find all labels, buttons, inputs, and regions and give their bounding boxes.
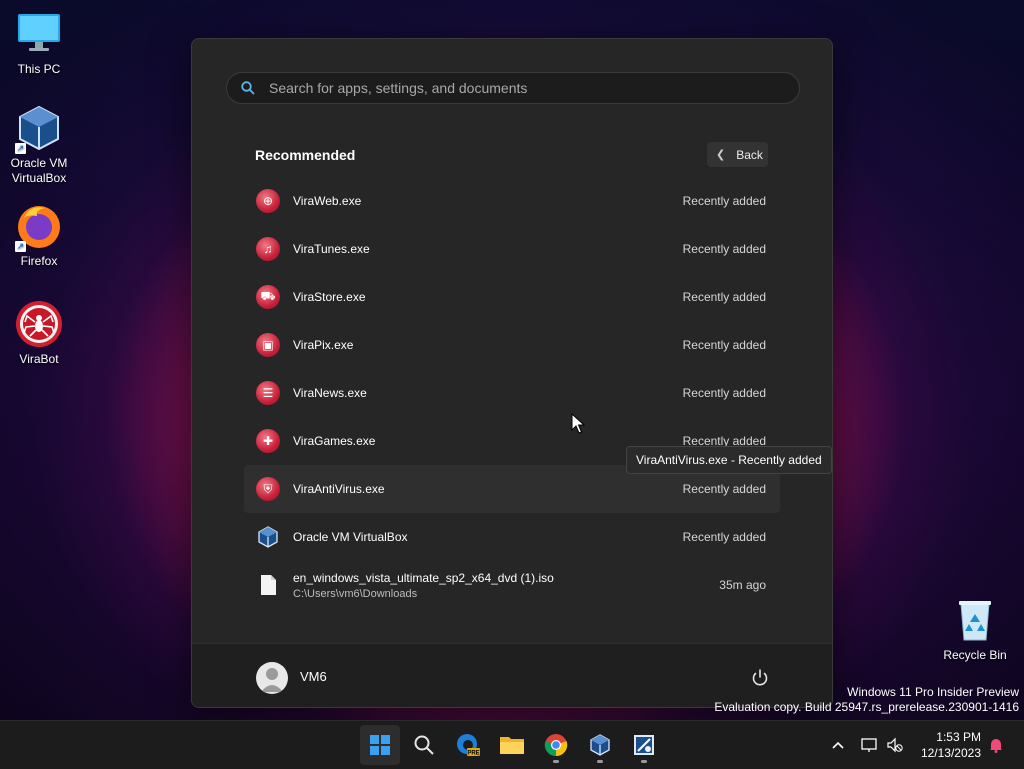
clock-time: 1:53 PM	[936, 730, 981, 744]
notification-bell-icon[interactable]	[986, 735, 1006, 755]
network-icon[interactable]	[860, 735, 880, 755]
gamepad-icon: ✚	[256, 429, 280, 453]
tooltip: ViraAntiVirus.exe - Recently added	[626, 446, 832, 474]
back-label: Back	[736, 147, 763, 162]
item-name: ViraGames.exe	[293, 434, 376, 448]
user-avatar[interactable]	[256, 662, 288, 694]
globe-icon: ⊕	[256, 189, 280, 213]
chrome-icon	[544, 734, 568, 757]
start-menu: Recommended ❮ Back ⊕ ViraWeb.exe Recentl…	[191, 38, 833, 708]
file-explorer-icon	[500, 737, 524, 754]
virtualbox-icon: ↗	[15, 104, 63, 154]
volume-muted-icon[interactable]	[885, 735, 905, 755]
item-time: Recently added	[682, 290, 766, 304]
clock-date: 12/13/2023	[920, 746, 981, 760]
desktop-icon-firefox[interactable]: ↗ Firefox	[0, 202, 78, 269]
vista-iso-icon	[634, 735, 654, 755]
item-name: ViraNews.exe	[293, 386, 367, 400]
recommended-item-virastore[interactable]: ⛟ ViraStore.exe Recently added	[244, 273, 780, 321]
item-name: ViraPix.exe	[293, 338, 354, 352]
virtualbox-icon	[256, 525, 280, 549]
shortcut-arrow-icon: ↗	[15, 143, 26, 154]
item-name: ViraAntiVirus.exe	[293, 482, 385, 496]
taskbar-file-explorer[interactable]	[492, 725, 532, 765]
item-time: Recently added	[682, 338, 766, 352]
recommended-item-vista-iso[interactable]: en_windows_vista_ultimate_sp2_x64_dvd (1…	[244, 561, 780, 609]
picture-icon: ▣	[256, 333, 280, 357]
taskbar-virtualbox[interactable]	[580, 725, 620, 765]
chevron-up-icon[interactable]	[828, 735, 848, 755]
item-time: 35m ago	[719, 578, 766, 592]
virtualbox-icon	[590, 734, 610, 756]
recommended-item-viraweb[interactable]: ⊕ ViraWeb.exe Recently added	[244, 177, 780, 225]
running-indicator	[641, 760, 647, 763]
item-name: ViraStore.exe	[293, 290, 366, 304]
taskbar: PRE 1:53 PM 12/13/2023	[0, 720, 1024, 769]
recommended-item-viranews[interactable]: ☰ ViraNews.exe Recently added	[244, 369, 780, 417]
recommended-item-virtualbox[interactable]: Oracle VM VirtualBox Recently added	[244, 513, 780, 561]
item-path: C:\Users\vm6\Downloads	[293, 587, 418, 600]
start-button[interactable]	[360, 725, 400, 765]
start-icon	[370, 735, 390, 755]
item-time: Recently added	[682, 194, 766, 208]
taskbar-search-button[interactable]	[404, 725, 444, 765]
running-indicator	[553, 760, 559, 763]
watermark-line2: Evaluation copy. Build 25947.rs_prerelea…	[714, 700, 1019, 714]
item-name: ViraTunes.exe	[293, 242, 370, 256]
os-watermark: Windows 11 Pro Insider Preview Evaluatio…	[714, 685, 1019, 715]
item-time: Recently added	[682, 530, 766, 544]
edge-beta-icon: PRE	[457, 734, 480, 757]
item-name: en_windows_vista_ultimate_sp2_x64_dvd (1…	[293, 570, 554, 585]
taskbar-chrome[interactable]	[536, 725, 576, 765]
cart-icon: ⛟	[256, 285, 280, 309]
item-time: Recently added	[682, 482, 766, 496]
user-name[interactable]: VM6	[300, 669, 327, 684]
search-box[interactable]	[226, 72, 800, 104]
clock[interactable]: 1:53 PM 12/13/2023	[916, 729, 981, 761]
desktop-icon-recycle-bin[interactable]: Recycle Bin	[936, 596, 1014, 663]
item-time: Recently added	[682, 386, 766, 400]
back-button[interactable]: ❮ Back	[707, 142, 768, 167]
music-note-icon: ♫	[256, 237, 280, 261]
firefox-icon: ↗	[15, 202, 63, 252]
file-icon	[256, 573, 280, 597]
item-time: Recently added	[682, 242, 766, 256]
newspaper-icon: ☰	[256, 381, 280, 405]
recycle-bin-icon	[951, 596, 999, 644]
taskbar-vista-iso[interactable]	[624, 725, 664, 765]
shortcut-arrow-icon: ↗	[15, 241, 26, 252]
running-indicator	[597, 760, 603, 763]
taskbar-edge-beta[interactable]: PRE	[448, 725, 488, 765]
mouse-cursor-icon	[571, 412, 586, 435]
shield-icon: ⛨	[256, 477, 280, 501]
search-icon	[414, 735, 434, 755]
item-name: Oracle VM VirtualBox	[293, 530, 408, 544]
desktop-icon-virabot[interactable]: ViraBot	[0, 300, 78, 367]
recommended-item-viratunes[interactable]: ♫ ViraTunes.exe Recently added	[244, 225, 780, 273]
search-icon	[241, 81, 255, 95]
spider-icon	[15, 300, 63, 348]
desktop-icon-label: ViraBot	[19, 352, 59, 366]
desktop-icon-virtualbox[interactable]: ↗ Oracle VM VirtualBox	[0, 104, 78, 186]
desktop-icon-label: Recycle Bin	[943, 648, 1007, 662]
desktop-icon-label: Oracle VM VirtualBox	[10, 156, 68, 185]
recommended-item-virapix[interactable]: ▣ ViraPix.exe Recently added	[244, 321, 780, 369]
search-input[interactable]	[267, 79, 771, 97]
recommended-heading: Recommended	[255, 147, 356, 163]
item-name: ViraWeb.exe	[293, 194, 362, 208]
chevron-left-icon: ❮	[716, 149, 726, 161]
watermark-line1: Windows 11 Pro Insider Preview	[847, 685, 1019, 699]
desktop-icon-this-pc[interactable]: This PC	[0, 10, 78, 77]
desktop-icon-label: This PC	[17, 62, 61, 76]
desktop-icon-label: Firefox	[20, 254, 58, 268]
monitor-icon	[15, 10, 63, 58]
recommended-list: ⊕ ViraWeb.exe Recently added ♫ ViraTunes…	[244, 177, 780, 609]
svg-text:PRE: PRE	[467, 751, 479, 757]
